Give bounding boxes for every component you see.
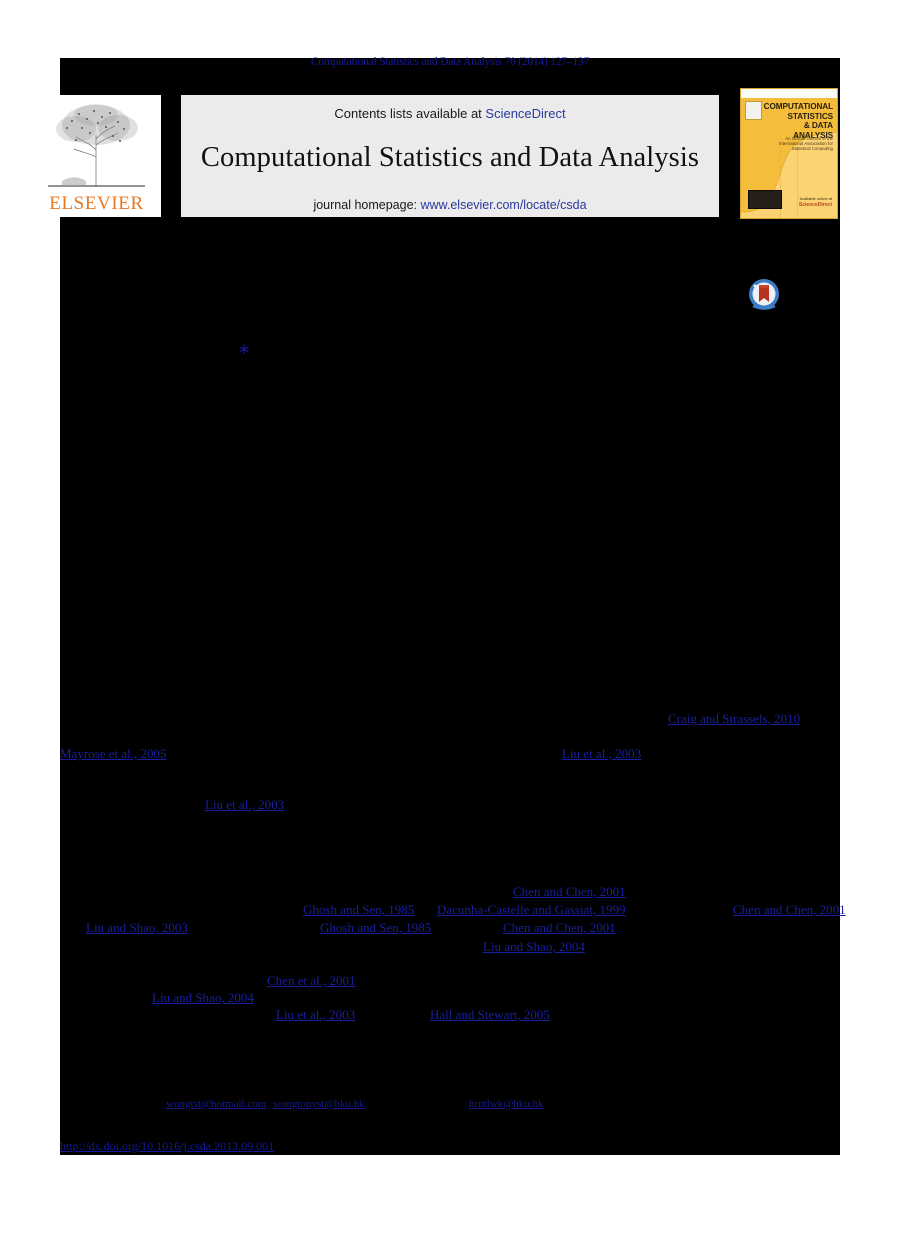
journal-homepage-line: journal homepage: www.elsevier.com/locat…: [313, 198, 586, 212]
journal-title: Computational Statistics and Data Analys…: [200, 142, 700, 173]
citation-link-0[interactable]: Craig and Strassels, 2010: [668, 712, 800, 725]
citation-link-2[interactable]: Liu et al., 2003: [562, 747, 641, 760]
cover-title-line-1: COMPUTATIONAL: [763, 102, 833, 111]
contents-prefix: Contents lists available at: [334, 106, 486, 121]
citation-link-15[interactable]: Hall and Stewart, 2005: [430, 1008, 550, 1021]
citation-link-11[interactable]: Liu and Shao, 2004: [483, 940, 585, 953]
citation-link-12[interactable]: Chen et al., 2001: [267, 974, 355, 987]
cover-top-band: [741, 89, 837, 98]
running-head: Computational Statistics and Data Analys…: [310, 56, 590, 68]
contents-available-line: Contents lists available at ScienceDirec…: [334, 106, 565, 121]
doi-link[interactable]: http://dx.doi.org/10.1016/j.csda.2013.09…: [60, 1140, 274, 1152]
email-link-2[interactable]: hrntlwk@hku.hk: [469, 1099, 544, 1110]
crossmark-badge-icon[interactable]: [748, 278, 780, 311]
journal-cover-thumbnail: COMPUTATIONAL STATISTICS & DATA ANALYSIS…: [740, 88, 838, 219]
elsevier-tree-icon: [32, 95, 161, 191]
cover-available-online: Available online at: [799, 196, 832, 201]
citation-link-4[interactable]: Chen and Chen, 2001: [513, 885, 626, 898]
cover-sciencedirect-label: ScienceDirect: [798, 202, 832, 208]
cover-title: COMPUTATIONAL STATISTICS & DATA ANALYSIS: [763, 102, 833, 140]
page-sheet: Computational Statistics and Data Analys…: [0, 0, 907, 1238]
sciencedirect-link[interactable]: ScienceDirect: [485, 106, 565, 121]
citation-link-14[interactable]: Liu et al., 2003: [276, 1008, 355, 1021]
cover-bottom-note: Available online at ScienceDirect: [799, 196, 832, 208]
elsevier-logo: ELSEVIER: [32, 95, 161, 217]
journal-masthead: Contents lists available at ScienceDirec…: [181, 95, 719, 217]
email-link-1[interactable]: wongtonyst@hku.hk: [273, 1099, 365, 1110]
citation-link-9[interactable]: Ghosh and Sen, 1985: [320, 921, 431, 934]
elsevier-wordmark: ELSEVIER: [49, 193, 144, 214]
corresponding-author-marker: ∗: [238, 342, 251, 358]
citation-link-5[interactable]: Ghosh and Sen, 1985: [303, 903, 414, 916]
homepage-prefix: journal homepage:: [313, 198, 421, 212]
citation-link-8[interactable]: Liu and Shao, 2003: [86, 921, 188, 934]
email-link-0[interactable]: wongtst@hotmail.com: [166, 1099, 266, 1110]
citation-link-1[interactable]: Mayrose et al., 2005: [60, 747, 167, 760]
citation-link-7[interactable]: Chen and Chen, 2001: [733, 903, 846, 916]
citation-link-6[interactable]: Dacunha-Castelle and Gassiat, 1999: [437, 903, 625, 916]
citation-link-3[interactable]: Liu et al., 2003: [205, 798, 284, 811]
cover-official-journal-badge: [748, 190, 782, 209]
journal-homepage-link[interactable]: www.elsevier.com/locate/csda: [420, 198, 586, 212]
cover-subtitle: An Official Journal of the International…: [779, 136, 833, 151]
cover-title-line-2: STATISTICS: [787, 111, 833, 121]
citation-link-10[interactable]: Chen and Chen, 2001: [503, 921, 616, 934]
citation-link-13[interactable]: Liu and Shao, 2004: [152, 991, 254, 1004]
cover-elsevier-icon: [745, 101, 762, 120]
